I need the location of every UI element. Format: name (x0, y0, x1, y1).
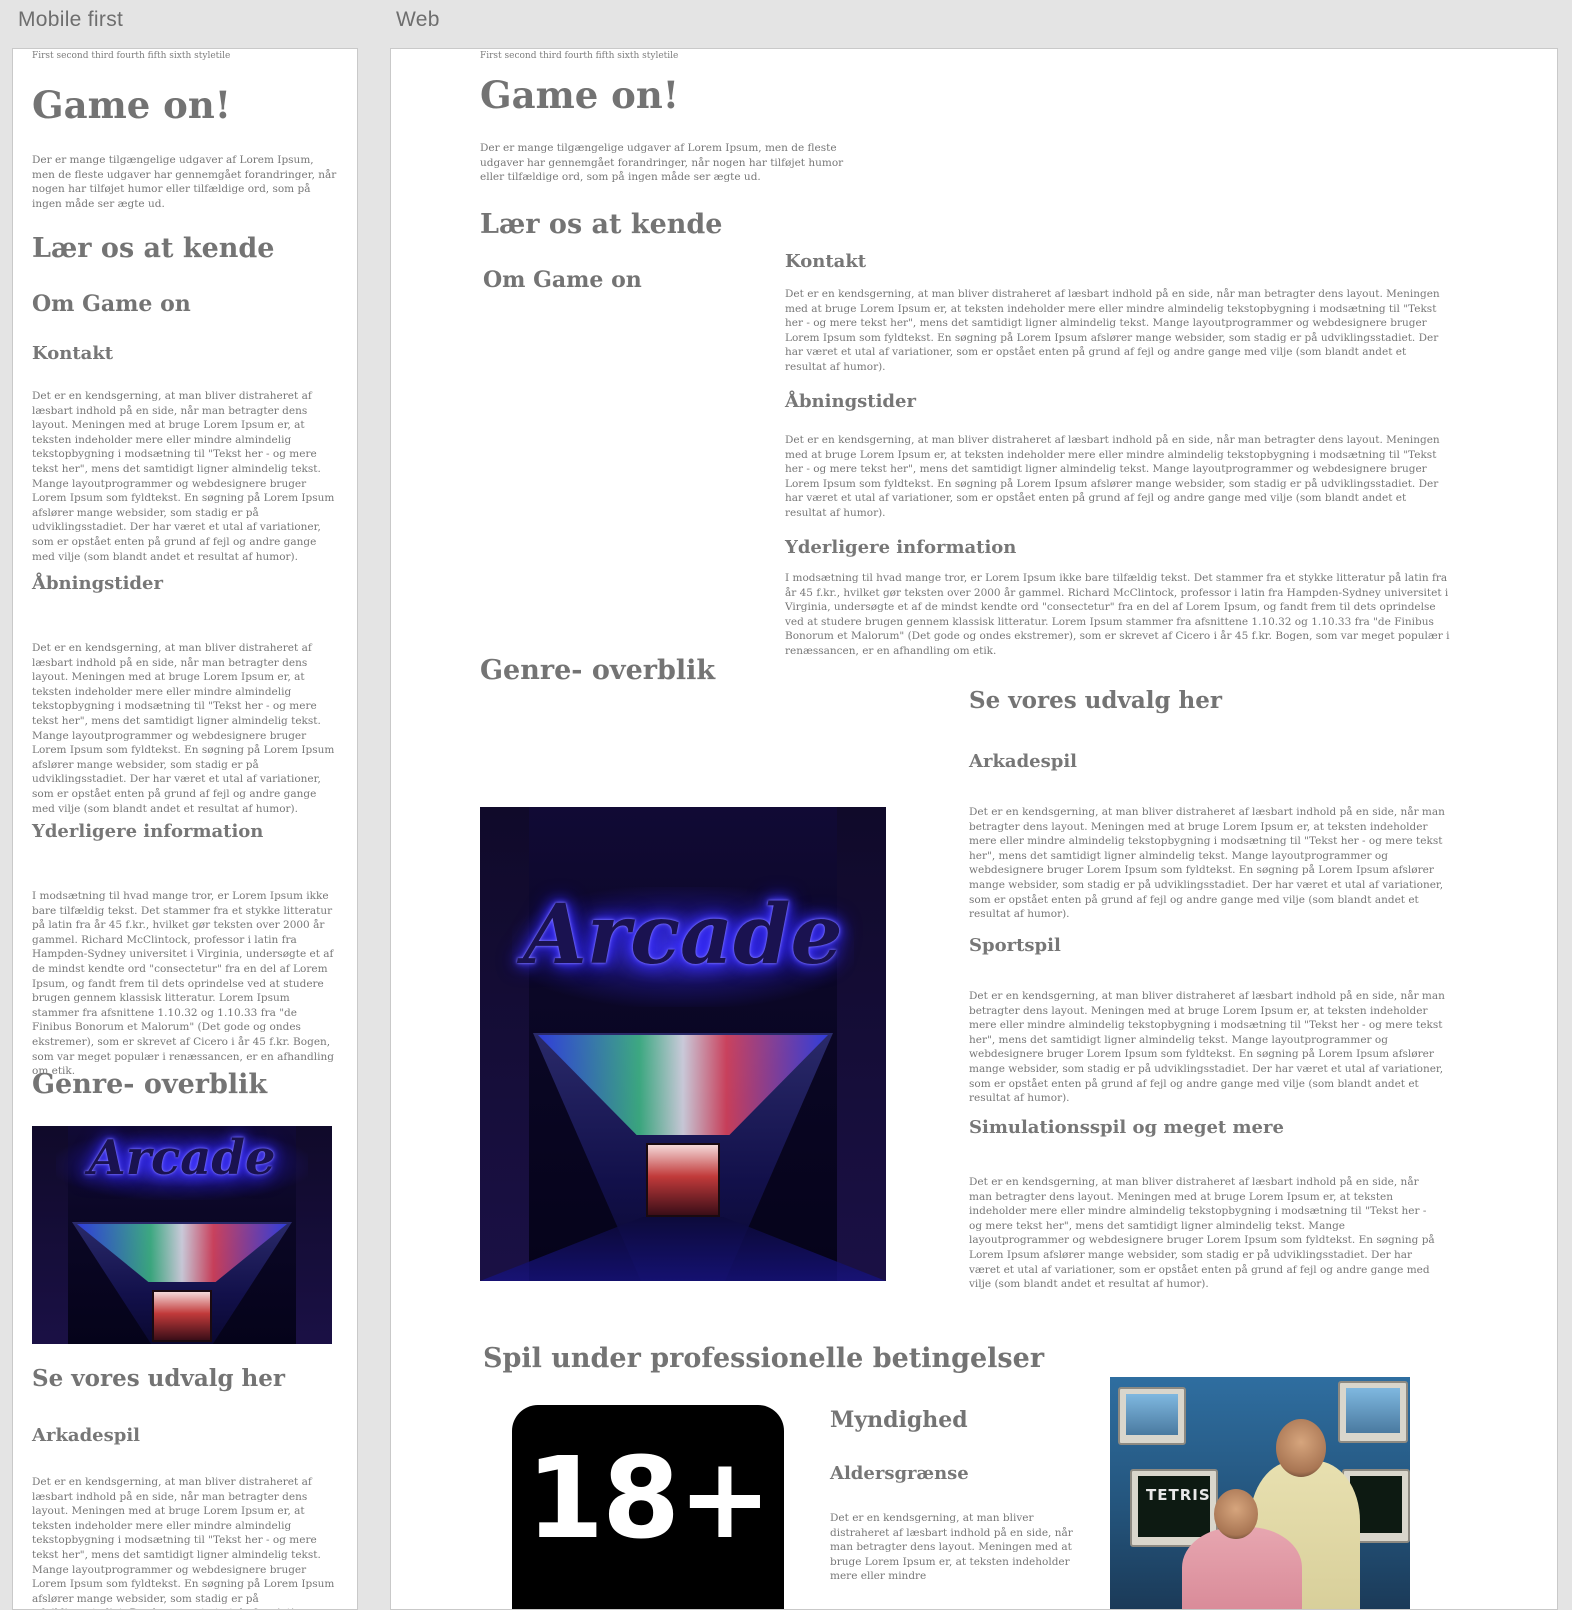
person-pink-shirt (1182, 1527, 1302, 1609)
photo-floor (480, 1217, 886, 1281)
om-heading: Om Game on (483, 267, 642, 293)
arcade-sign: Arcade (523, 887, 843, 983)
aabning-heading: Åbningstider (785, 391, 916, 412)
arkade-heading: Arkadespil (32, 1425, 141, 1446)
laer-heading: Lær os at kende (32, 233, 275, 264)
laer-heading: Lær os at kende (480, 209, 723, 240)
page-title: Game on! (32, 83, 231, 127)
photo-wall-right (837, 807, 886, 1281)
mobile-artboard-title: Mobile first (18, 8, 124, 31)
udvalg-heading: Se vores udvalg her (32, 1365, 286, 1392)
alder-heading: Aldersgrænse (830, 1463, 969, 1484)
genre-heading: Genre- overblik (480, 655, 716, 686)
monitor-left (1118, 1387, 1186, 1445)
monitor-screen (1126, 1394, 1178, 1435)
arkade-text: Det er en kendsgerning, at man bliver di… (32, 1476, 335, 1609)
sport-heading: Sportspil (969, 935, 1061, 956)
aabning-heading: Åbningstider (32, 573, 163, 594)
monitor-screen (1346, 1388, 1400, 1433)
genre-heading: Genre- overblik (32, 1069, 268, 1100)
arcade-photo: Arcade (480, 807, 886, 1281)
sim-heading: Simulationsspil og meget mere (969, 1117, 1284, 1138)
arcade-photo: Arcade (32, 1126, 332, 1344)
styletile-label: First second third fourth fifth sixth st… (480, 51, 679, 61)
pro-heading: Spil under professionelle betingelser (483, 1343, 1045, 1374)
intro-text: Der er mange tilgængelige udgaver af Lor… (32, 154, 337, 210)
yderligere-text: I modsætning til hvad mange tror, er Lor… (32, 890, 334, 1078)
arcade-door (646, 1143, 720, 1217)
arkade-text: Det er en kendsgerning, at man bliver di… (969, 806, 1445, 921)
intro-text: Der er mange tilgængelige udgaver af Lor… (480, 142, 844, 184)
kontakt-text: Det er en kendsgerning, at man bliver di… (785, 288, 1440, 373)
person-head (1214, 1489, 1258, 1539)
kontakt-heading: Kontakt (32, 343, 114, 364)
web-artboard[interactable]: First second third fourth fifth sixth st… (390, 48, 1558, 1610)
age-badge-text: 18+ (526, 1434, 772, 1564)
tetris-screen: TETRIS (1138, 1476, 1210, 1537)
yderligere-heading: Yderligere information (785, 537, 1017, 558)
sport-text: Det er en kendsgerning, at man bliver di… (969, 990, 1445, 1105)
arcade-sign: Arcade (88, 1130, 276, 1186)
myndighed-heading: Myndighed (830, 1407, 968, 1433)
photo-wall-left (480, 807, 529, 1281)
aabning-text: Det er en kendsgerning, at man bliver di… (785, 434, 1440, 519)
yderligere-heading: Yderligere information (32, 821, 264, 842)
age-limit-badge: 18+ (512, 1405, 784, 1609)
arkade-heading: Arkadespil (969, 751, 1078, 772)
kontakt-text: Det er en kendsgerning, at man bliver di… (32, 390, 335, 563)
mobile-artboard[interactable]: First second third fourth fifth sixth st… (12, 48, 358, 1610)
yderligere-text: I modsætning til hvad mange tror, er Lor… (785, 572, 1450, 657)
arcade-door (152, 1290, 212, 1342)
sim-text: Det er en kendsgerning, at man bliver di… (969, 1176, 1435, 1291)
styletile-label: First second third fourth fifth sixth st… (32, 51, 231, 61)
tetris-label: TETRIS (1146, 1486, 1211, 1504)
kontakt-heading: Kontakt (785, 251, 867, 272)
alder-text: Det er en kendsgerning, at man bliver di… (830, 1512, 1073, 1583)
web-artboard-title: Web (396, 8, 440, 31)
retro-gaming-photo: TETRIS (1110, 1377, 1410, 1609)
om-heading: Om Game on (32, 291, 191, 317)
aabning-text: Det er en kendsgerning, at man bliver di… (32, 642, 335, 815)
person-head (1276, 1419, 1326, 1477)
udvalg-heading: Se vores udvalg her (969, 687, 1223, 714)
monitor-right (1338, 1381, 1408, 1443)
page-title: Game on! (480, 73, 679, 117)
